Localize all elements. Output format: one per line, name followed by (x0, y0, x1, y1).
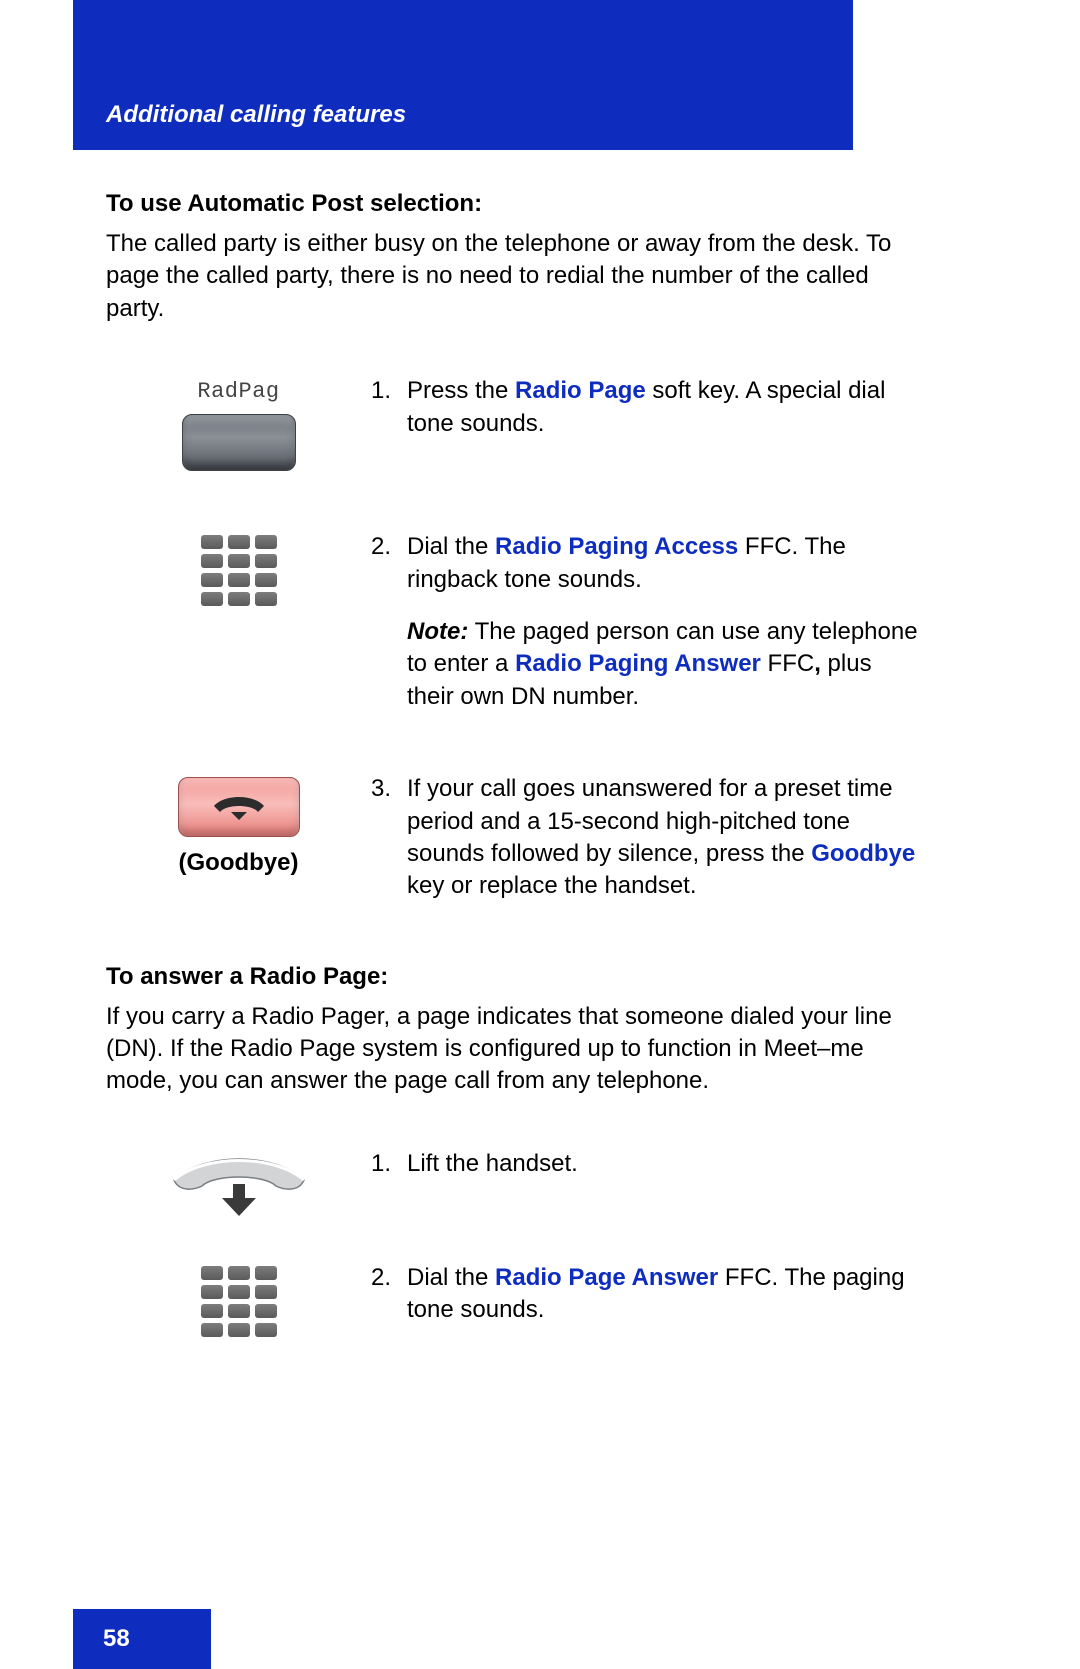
text: Dial the (407, 533, 495, 560)
lift-handset-illustration (106, 1148, 371, 1222)
step-number: 2. (371, 531, 407, 713)
step-row: 2. Dial the Radio Page Answer FFC. The p… (106, 1262, 918, 1337)
softkey-display-label: RadPag (197, 379, 279, 404)
goodbye-key-illustration: (Goodbye) (106, 773, 371, 877)
step-body: If your call goes unanswered for a prese… (407, 773, 918, 903)
note-block: Note: The paged person can use any telep… (407, 616, 918, 713)
softkey-button-icon (182, 414, 296, 471)
text: FFC (761, 650, 814, 677)
goodbye-button-icon (178, 777, 300, 837)
header-band: Additional calling features (73, 0, 853, 150)
goodbye-label: (Goodbye) (179, 849, 299, 877)
step-text: 1. Press the Radio Page soft key. A spec… (371, 375, 918, 440)
step-row: 2. Dial the Radio Paging Access FFC. The… (106, 531, 918, 713)
step-body: Dial the Radio Paging Access FFC. The ri… (407, 531, 918, 713)
step-body: Lift the handset. (407, 1148, 918, 1180)
step-body: Press the Radio Page soft key. A special… (407, 375, 918, 440)
step-number: 1. (371, 375, 407, 440)
keypad-illustration (106, 531, 371, 606)
note-label: Note: (407, 618, 468, 645)
handset-lift-icon (164, 1152, 314, 1222)
softkey-illustration: RadPag (106, 375, 371, 471)
text: Press the (407, 377, 515, 404)
step-row: 1. Lift the handset. (106, 1148, 918, 1222)
step-text: 3. If your call goes unanswered for a pr… (371, 773, 918, 903)
keypad-illustration (106, 1262, 371, 1337)
page-number: 58 (103, 1625, 130, 1653)
section-heading: To use Automatic Post selection: (106, 190, 918, 218)
step-row: (Goodbye) 3. If your call goes unanswere… (106, 773, 918, 903)
keypad-icon (201, 535, 277, 606)
keyword-radio-paging-answer: Radio Paging Answer (515, 650, 761, 677)
hangup-icon (210, 790, 268, 824)
keypad-icon (201, 1266, 277, 1337)
step-number: 2. (371, 1262, 407, 1327)
step-text: 2. Dial the Radio Page Answer FFC. The p… (371, 1262, 918, 1327)
step-row: RadPag 1. Press the Radio Page soft key.… (106, 375, 918, 471)
step-body: Dial the Radio Page Answer FFC. The pagi… (407, 1262, 918, 1327)
intro-paragraph: If you carry a Radio Pager, a page indic… (106, 1001, 918, 1098)
manual-page: Additional calling features To use Autom… (0, 0, 1080, 1669)
keyword-goodbye: Goodbye (811, 840, 915, 867)
section-breadcrumb: Additional calling features (106, 101, 406, 129)
keyword-radio-page: Radio Page (515, 377, 646, 404)
step-number: 3. (371, 773, 407, 903)
step-text: 1. Lift the handset. (371, 1148, 918, 1180)
section-heading: To answer a Radio Page: (106, 963, 918, 991)
intro-paragraph: The called party is either busy on the t… (106, 228, 918, 325)
page-number-badge: 58 (73, 1609, 211, 1669)
comma: , (814, 650, 821, 677)
text: Dial the (407, 1264, 495, 1291)
text: key or replace the handset. (407, 872, 697, 899)
page-content: To use Automatic Post selection: The cal… (106, 190, 918, 1397)
keyword-radio-page-answer: Radio Page Answer (495, 1264, 718, 1291)
keyword-radio-paging-access: Radio Paging Access (495, 533, 738, 560)
step-text: 2. Dial the Radio Paging Access FFC. The… (371, 531, 918, 713)
step-number: 1. (371, 1148, 407, 1180)
